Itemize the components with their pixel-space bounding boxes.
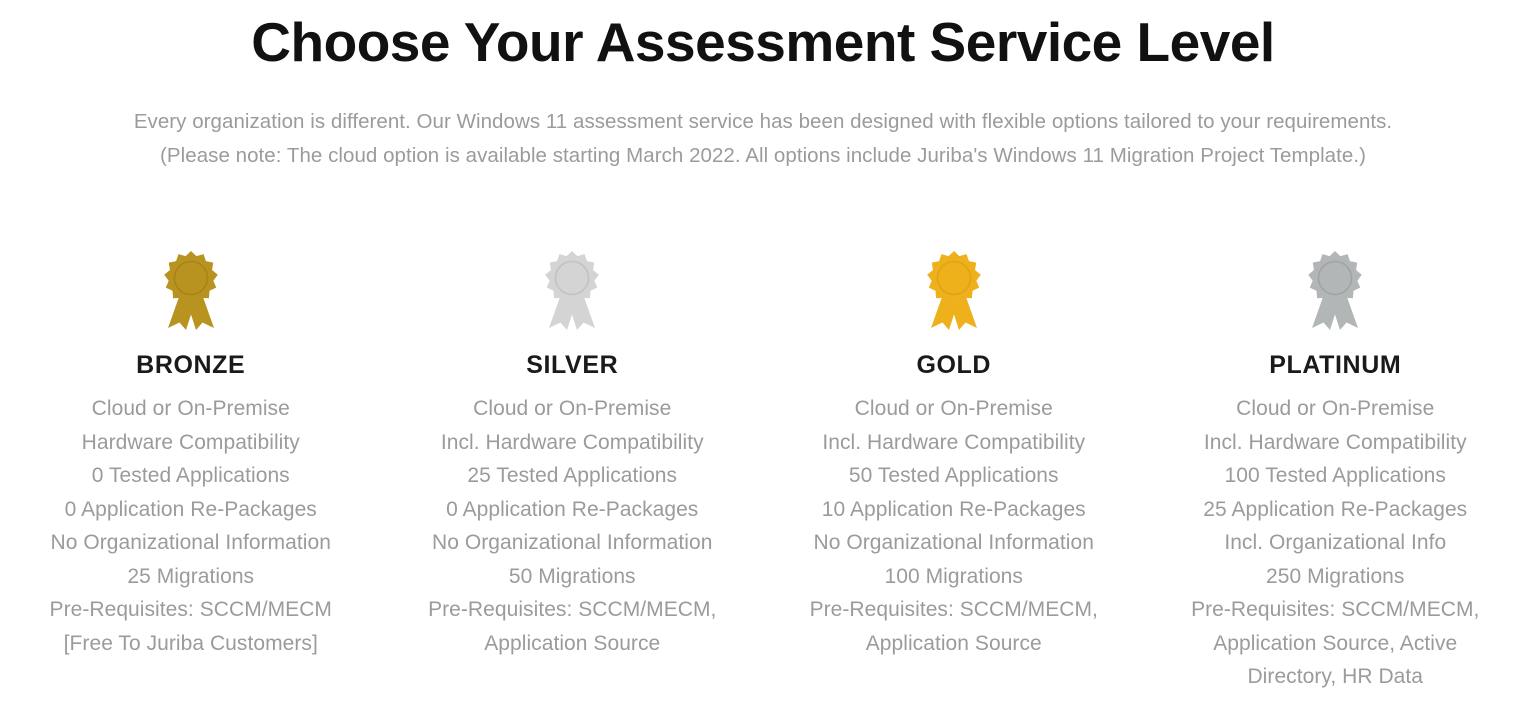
tier-feature-item: 100 Tested Applications bbox=[1224, 464, 1446, 487]
tier-name: SILVER bbox=[526, 351, 619, 379]
tier-feature-item: No Organizational Information bbox=[432, 531, 713, 554]
tier-feature-item: Cloud or On-Premise bbox=[473, 397, 672, 420]
tier-feature-item: Incl. Hardware Compatibility bbox=[1203, 430, 1467, 454]
award-ribbon-icon-bronze bbox=[10, 245, 372, 337]
tier-column-platinum: PLATINUM Cloud or On-Premise Incl. Hardwar… bbox=[1145, 245, 1526, 694]
tier-feature-item: Pre-Requisites: SCCM/MECM bbox=[49, 598, 332, 621]
tier-feature-item: Cloud or On-Premise bbox=[854, 397, 1053, 420]
tier-feature-item: 10 Application Re-Packages bbox=[821, 497, 1086, 521]
tier-feature-item: Application Source bbox=[484, 631, 661, 655]
tier-feature-list: Cloud or On-Premise Hardware Compatibilit… bbox=[10, 380, 372, 660]
award-ribbon-icon-platinum bbox=[1155, 245, 1517, 337]
tier-feature-item: 50 Tested Applications bbox=[848, 464, 1059, 487]
tier-name: GOLD bbox=[916, 351, 992, 379]
tier-feature-item: 25 Application Re-Packages bbox=[1203, 497, 1468, 521]
tier-feature-list: Cloud or On-Premise Incl. Hardware Compat… bbox=[392, 380, 754, 660]
tier-feature-item: Pre-Requisites: SCCM/MECM, bbox=[1191, 598, 1480, 621]
tier-column-bronze: BRONZE Cloud or On-Premise Hardware Compat… bbox=[0, 245, 382, 660]
tier-feature-item: Application Source bbox=[865, 631, 1042, 655]
tier-feature-item: Incl. Hardware Compatibility bbox=[440, 430, 704, 454]
tier-name: BRONZE bbox=[136, 351, 246, 379]
tier-feature-item: Directory, HR Data bbox=[1247, 665, 1424, 688]
tier-feature-item: [Free To Juriba Customers] bbox=[63, 631, 318, 655]
tier-feature-item: 100 Migrations bbox=[884, 564, 1023, 588]
tier-feature-list: Cloud or On-Premise Incl. Hardware Compat… bbox=[773, 380, 1135, 660]
tier-feature-item: 0 Application Re-Packages bbox=[64, 497, 317, 521]
service-level-pricing-page: Choose Your Assessment Service Level Eve… bbox=[0, 0, 1526, 727]
tier-column-silver: SILVER Cloud or On-Premise Incl. Hardware … bbox=[382, 245, 764, 660]
tier-feature-item: Hardware Compatibility bbox=[81, 430, 300, 454]
tier-feature-item: 50 Migrations bbox=[508, 564, 636, 588]
award-ribbon-icon-silver bbox=[392, 245, 754, 337]
tier-feature-item: 250 Migrations bbox=[1266, 564, 1405, 588]
tier-feature-item: No Organizational Information bbox=[813, 531, 1094, 554]
page-title: Choose Your Assessment Service Level bbox=[251, 11, 1275, 73]
tier-feature-item: Application Source, Active bbox=[1213, 631, 1458, 655]
intro-paragraph: Every organization is different. Our Win… bbox=[28, 72, 1498, 173]
tier-feature-item: Incl. Hardware Compatibility bbox=[822, 430, 1086, 454]
intro-line-2: (Please note: The cloud option is availa… bbox=[160, 144, 1366, 168]
intro-line-1: Every organization is different. Our Win… bbox=[133, 110, 1393, 134]
tier-feature-item: Incl. Organizational Info bbox=[1224, 531, 1447, 554]
tier-feature-item: Pre-Requisites: SCCM/MECM, bbox=[809, 598, 1098, 621]
tier-feature-item: Pre-Requisites: SCCM/MECM, bbox=[428, 598, 717, 621]
tier-feature-list: Cloud or On-Premise Incl. Hardware Compat… bbox=[1155, 380, 1517, 694]
tier-feature-item: 0 Application Re-Packages bbox=[446, 497, 699, 521]
tier-name: PLATINUM bbox=[1269, 351, 1402, 379]
tier-feature-item: 25 Migrations bbox=[127, 564, 255, 588]
tier-feature-item: No Organizational Information bbox=[50, 531, 331, 554]
tier-feature-item: 0 Tested Applications bbox=[91, 464, 290, 487]
tier-feature-item: Cloud or On-Premise bbox=[1236, 397, 1435, 420]
tier-column-gold: GOLD Cloud or On-Premise Incl. Hardware Co… bbox=[763, 245, 1145, 660]
award-ribbon-icon-gold bbox=[773, 245, 1135, 337]
tier-feature-item: 25 Tested Applications bbox=[467, 464, 678, 487]
tier-columns: BRONZE Cloud or On-Premise Hardware Compat… bbox=[0, 245, 1526, 694]
tier-feature-item: Cloud or On-Premise bbox=[91, 397, 290, 420]
